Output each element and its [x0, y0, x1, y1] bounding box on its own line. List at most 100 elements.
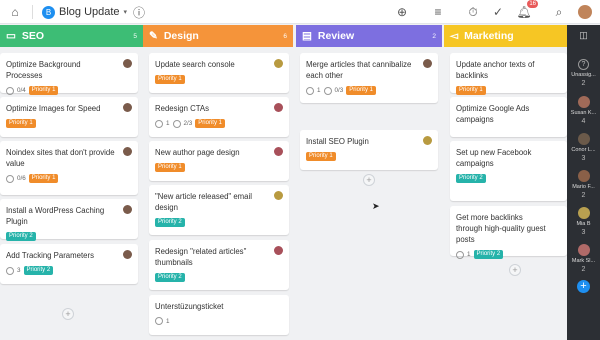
comment-icon — [155, 317, 163, 325]
assignee-avatar[interactable] — [274, 147, 283, 156]
member-mario[interactable]: Mario F... 2 — [567, 170, 600, 199]
column-header[interactable]: ▤ Review 2 — [296, 25, 442, 47]
column-count: 2 — [432, 32, 436, 40]
task-title: Add Tracking Parameters — [6, 251, 94, 260]
avatar — [577, 133, 590, 145]
task-card[interactable]: Redesign "related articles" thumbnails P… — [149, 240, 289, 290]
project-icon: B — [42, 5, 55, 19]
priority-badge: Priority 1 — [346, 86, 376, 95]
member-name: Unassig... — [571, 72, 596, 78]
member-mia[interactable]: Mia B 3 — [567, 207, 600, 236]
assignee-avatar[interactable] — [423, 136, 432, 145]
task-title: Optimize Background Processes — [6, 60, 81, 80]
paint-icon: ✎ — [149, 30, 158, 42]
column-body: Update search console Priority 1 Redesig… — [143, 47, 293, 340]
member-name: Susan K... — [570, 110, 597, 116]
board-icon: ▭ — [6, 30, 16, 42]
task-card[interactable]: Merge articles that cannibalize each oth… — [300, 53, 438, 103]
column-title: Marketing — [464, 30, 514, 42]
column-header[interactable]: ▭ SEO 5 — [0, 25, 143, 47]
column-review: ▤ Review 2 Merge articles that cannibali… — [296, 25, 442, 340]
member-unassigned[interactable]: ? Unassig... 2 — [567, 59, 600, 87]
comment-count: 3 — [17, 267, 21, 274]
assignee-avatar[interactable] — [274, 103, 283, 112]
column-title: Review — [317, 30, 355, 42]
chevron-down-icon: ▾ — [123, 9, 128, 16]
task-title: Redesign CTAs — [155, 104, 210, 113]
timer-icon[interactable]: ⏱ — [464, 3, 482, 21]
add-task-button[interactable]: + — [62, 308, 74, 320]
checklist-count: 2/3 — [183, 120, 193, 127]
add-icon[interactable]: ⊕ — [393, 3, 411, 21]
member-susan[interactable]: Susan K... 4 — [567, 96, 600, 125]
task-card[interactable]: Noindex sites that don't provide value 0… — [0, 141, 138, 195]
checklist-count: 0/3 — [334, 87, 344, 94]
task-meta: 0/4 Priority 1 — [6, 86, 132, 95]
task-title: Get more backlinks through high-quality … — [456, 213, 546, 244]
task-card[interactable]: New author page design Priority 1 — [149, 141, 289, 181]
assignee-avatar[interactable] — [123, 103, 132, 112]
assignee-avatar[interactable] — [123, 250, 132, 259]
project-selector[interactable]: B Blog Update ▾ — [42, 4, 127, 20]
task-card[interactable]: Optimize Google Ads campaigns — [450, 97, 567, 137]
bell-icon[interactable]: 🔔︎ 16 — [515, 0, 538, 21]
add-task-button[interactable]: + — [363, 174, 375, 186]
notification-badge: 16 — [527, 0, 538, 8]
sidebar-toggle-icon[interactable]: ◫ — [567, 30, 600, 41]
member-task-count: 2 — [581, 80, 586, 87]
task-meta: 0/6 Priority 1 — [6, 174, 132, 183]
task-title: Set up new Facebook campaigns — [456, 148, 532, 168]
task-meta: 1 Priority 2 — [456, 250, 561, 259]
assignee-avatar[interactable] — [123, 147, 132, 156]
task-card[interactable]: Install SEO Plugin Priority 1 — [300, 130, 438, 170]
column-header[interactable]: ◅ Marketing — [444, 25, 567, 47]
member-conor[interactable]: Conor L... 3 — [567, 133, 600, 162]
member-mark[interactable]: Mark Sl... 2 — [567, 244, 600, 273]
assignee-avatar[interactable] — [123, 205, 132, 214]
task-meta: Priority 2 — [155, 273, 283, 282]
assignee-avatar[interactable] — [423, 59, 432, 68]
info-icon[interactable]: ⓘ — [130, 3, 148, 21]
checklist-icon — [323, 86, 332, 95]
column-body: Optimize Background Processes 0/4 Priori… — [0, 47, 143, 340]
task-card[interactable]: "New article released" email design Prio… — [149, 185, 289, 235]
task-title: Install a WordPress Caching Plugin — [6, 206, 105, 226]
task-card[interactable]: Redesign CTAs 1 2/3 Priority 1 — [149, 97, 289, 137]
member-task-count: 4 — [581, 118, 586, 125]
task-meta: 1 2/3 Priority 1 — [155, 119, 283, 128]
task-card[interactable]: Optimize Images for Speed Priority 1 — [0, 97, 138, 137]
assignee-avatar[interactable] — [274, 191, 283, 200]
task-card[interactable]: Add Tracking Parameters 3 Priority 2 — [0, 244, 138, 284]
task-card[interactable]: Set up new Facebook campaigns Priority 2 — [450, 141, 567, 201]
priority-badge: Priority 2 — [6, 232, 36, 241]
priority-badge: Priority 1 — [155, 75, 185, 84]
column-count: 5 — [133, 32, 137, 40]
task-card[interactable]: Unterstüzungsticket 1 — [149, 295, 289, 335]
assignee-avatar[interactable] — [274, 59, 283, 68]
add-task-button[interactable]: + — [509, 264, 521, 276]
priority-badge: Priority 1 — [6, 119, 36, 128]
task-card[interactable]: Get more backlinks through high-quality … — [450, 206, 567, 259]
task-card[interactable]: Update search console Priority 1 — [149, 53, 289, 93]
add-member-button[interactable]: + — [577, 280, 590, 293]
checklist-icon — [6, 174, 14, 183]
member-name: Mia B — [576, 221, 591, 227]
column-header[interactable]: ✎ Design 6 — [143, 25, 293, 47]
priority-badge: Priority 2 — [155, 218, 185, 227]
filter-icon[interactable]: ≡ — [429, 3, 447, 21]
assignee-avatar[interactable] — [274, 246, 283, 255]
assignee-avatar[interactable] — [123, 59, 132, 68]
task-card[interactable]: Update anchor texts of backlinks Priorit… — [450, 53, 567, 95]
task-card[interactable]: Optimize Background Processes 0/4 Priori… — [0, 53, 138, 95]
home-icon[interactable]: ⌂ — [6, 3, 24, 21]
task-card[interactable]: Install a WordPress Caching Plugin Prior… — [0, 199, 138, 241]
task-title: Update anchor texts of backlinks — [456, 60, 535, 80]
task-title: Optimize Images for Speed — [6, 104, 101, 113]
avatar[interactable] — [576, 3, 594, 21]
task-meta: Priority 1 — [155, 163, 283, 172]
search-icon[interactable]: ⌕ — [550, 3, 568, 21]
priority-badge: Priority 2 — [23, 266, 54, 275]
check-icon[interactable]: ✓ — [489, 3, 507, 21]
priority-badge: Priority 1 — [306, 152, 336, 161]
members-sidebar: ◫ ? Unassig... 2 Susan K... 4 Conor L...… — [567, 25, 600, 340]
